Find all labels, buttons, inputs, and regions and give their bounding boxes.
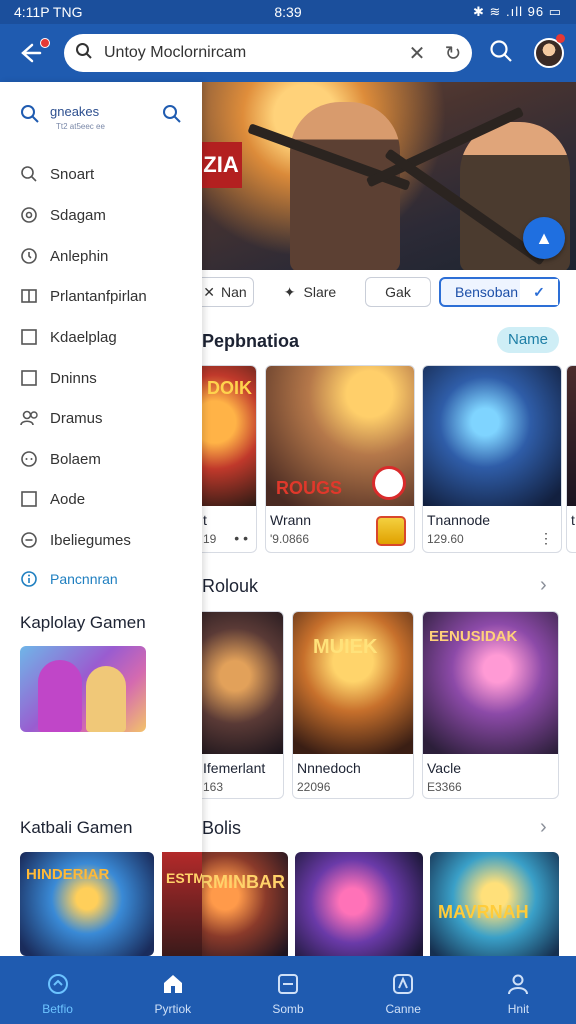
filter-chips: ✕ Nan ✦ Slare Gak Bensoban ✓	[196, 270, 576, 314]
drawer-item-pancnnran[interactable]: Pancnnran	[20, 565, 196, 593]
search-input[interactable]	[104, 44, 400, 62]
home-icon	[46, 972, 70, 996]
clock-icon	[20, 246, 50, 266]
game-card[interactable]	[295, 852, 423, 962]
game-card[interactable]: MUIEK Nnnedoch 22096	[292, 611, 414, 799]
navigation-drawer: gneakes Tt2 at5eec ee Snoart Sdagam Anle…	[0, 82, 202, 956]
search-icon[interactable]	[488, 38, 518, 68]
info-icon	[20, 569, 50, 589]
drawer-item-dramus[interactable]: Dramus	[20, 404, 196, 432]
search-icon	[20, 104, 40, 124]
price-tag-icon	[376, 516, 406, 546]
person-icon	[506, 972, 530, 996]
pin-icon: ✦	[283, 283, 296, 300]
status-carrier: 4:11P TNG	[14, 4, 83, 20]
drawer-item-anlephin[interactable]: Anlephin	[20, 242, 196, 270]
name-badge[interactable]: Name	[497, 327, 559, 353]
section-title: Pepbnatioa	[202, 331, 300, 351]
game-card[interactable]: Tnannode 129.60 ⋮	[422, 365, 562, 553]
nav-item-somb[interactable]: Somb	[230, 956, 345, 1024]
drawer-item-bolaem[interactable]: Bolaem	[20, 445, 196, 473]
search-icon	[64, 42, 104, 65]
book-icon	[20, 286, 50, 306]
game-art	[423, 366, 561, 506]
settings-icon	[20, 205, 50, 225]
game-card[interactable]: ROUGS Wrann '9.0866	[265, 365, 415, 553]
drawer-item-snoart[interactable]: Snoart	[20, 160, 196, 188]
chevron-right-icon[interactable]: ›	[540, 574, 547, 597]
game-card[interactable]: MAVRNAH	[430, 852, 559, 962]
game-art: ROUGS	[266, 366, 414, 506]
grid-icon	[276, 972, 300, 996]
nav-item-pyrtiok[interactable]: Pyrtiok	[115, 956, 230, 1024]
status-time: 8:39	[274, 4, 302, 20]
game-art	[567, 366, 576, 506]
game-card[interactable]: EENUSIDAK Vacle E3366	[422, 611, 559, 799]
status-icons: ✱ ≋ .ıll 96 ▭	[473, 4, 562, 19]
nav-item-canne[interactable]: Canne	[346, 956, 461, 1024]
chip-slare[interactable]: ✦ Slare	[270, 277, 350, 307]
game-art: EENUSIDAK	[423, 612, 558, 754]
section-title: Rolouk	[202, 576, 259, 596]
search-icon	[20, 164, 50, 184]
square-icon	[20, 327, 50, 347]
nav-item-betfio[interactable]: Betfio	[0, 956, 115, 1024]
chevron-right-icon[interactable]: ›	[540, 816, 547, 839]
house-icon	[161, 972, 185, 996]
drawer-item-ibeliegumes[interactable]: Ibeliegumes	[20, 526, 196, 554]
square-icon	[20, 489, 50, 509]
more-icon[interactable]: ⋮	[539, 530, 553, 547]
minus-circle-icon	[20, 530, 50, 550]
chip-bensoban[interactable]: Bensoban ✓	[439, 277, 560, 307]
drawer-item-prlantanfpirlan[interactable]: Prlantanfpirlan	[20, 282, 196, 310]
game-thumbnail[interactable]: HINDERIAR	[20, 852, 154, 956]
drawer-section-title: Kaplolay Gamen	[20, 613, 146, 632]
notification-dot	[556, 34, 565, 43]
game-art: MUIEK	[293, 612, 413, 754]
drawer-item-aode[interactable]: Aode	[20, 485, 196, 513]
section-title: Bolis	[202, 818, 242, 838]
drawer-item-dninns[interactable]: Dninns	[20, 364, 196, 392]
tools-icon: ✕	[203, 283, 216, 300]
status-bar: 4:11P TNG 8:39 ✱ ≋ .ıll 96 ▭	[0, 0, 576, 24]
drawer-item-sdagam[interactable]: Sdagam	[20, 201, 196, 229]
hero-banner[interactable]: ZIA	[200, 82, 576, 270]
nav-item-hnit[interactable]: Hnit	[461, 956, 576, 1024]
people-icon	[20, 408, 50, 428]
hero-character	[290, 102, 400, 270]
chip-gak[interactable]: Gak	[365, 277, 431, 307]
bottom-navigation: Betfio Pyrtiok Somb Canne Hnit	[0, 956, 576, 1024]
refresh-icon[interactable]: ↻	[434, 41, 472, 66]
drawer-item-kdaelplag[interactable]: Kdaelplag	[20, 323, 196, 351]
chip-nan[interactable]: ✕ Nan	[196, 277, 254, 307]
compass-icon	[391, 972, 415, 996]
search-icon[interactable]	[162, 104, 182, 124]
square-icon	[20, 368, 50, 388]
game-thumbnail[interactable]: ESTMIR	[162, 852, 202, 956]
gamepad-icon	[20, 449, 50, 469]
banner-sign: ZIA	[200, 142, 242, 188]
clear-icon[interactable]: ✕	[400, 41, 434, 66]
more-icon[interactable]: • •	[234, 530, 248, 546]
notification-dot	[40, 38, 50, 48]
drawer-section-title: Katbali Gamen	[20, 818, 133, 837]
drawer-search[interactable]: gneakes Tt2 at5eec ee	[20, 102, 190, 142]
game-card[interactable]: t	[566, 365, 576, 553]
upload-button[interactable]: ▲	[523, 217, 565, 259]
check-icon: ✓	[520, 279, 558, 305]
app-bar: ✕ ↻	[0, 24, 576, 82]
game-thumbnail[interactable]	[20, 646, 146, 732]
search-bar: ✕ ↻	[64, 34, 472, 72]
